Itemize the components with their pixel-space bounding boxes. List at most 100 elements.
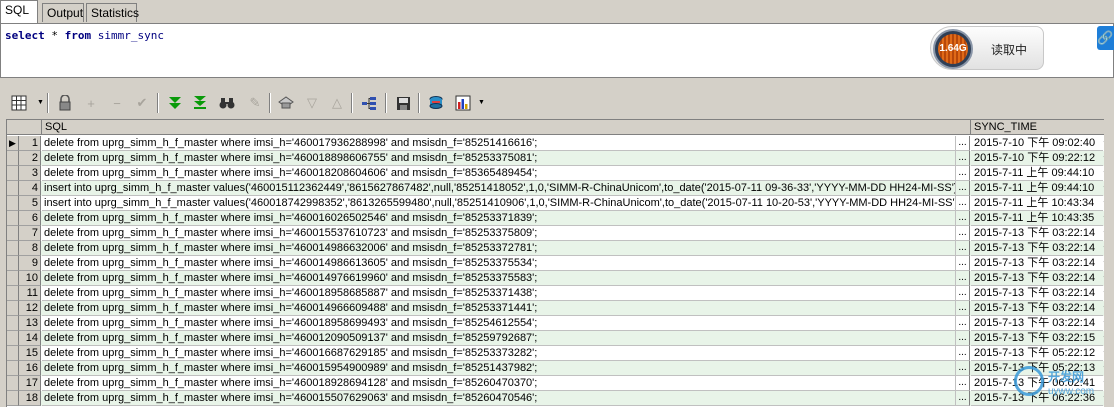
row-indicator[interactable] (7, 271, 19, 286)
row-indicator[interactable] (7, 316, 19, 331)
row-indicator[interactable] (7, 226, 19, 241)
cell-sql[interactable]: delete from uprg_simm_h_f_master where i… (42, 286, 956, 301)
table-row[interactable]: ▶ 1 delete from uprg_simm_h_f_master where… (7, 136, 1114, 151)
clear-icon[interactable]: ✎ (246, 94, 264, 112)
cell-sync-time[interactable]: 2015-7-11 上午 09:44:10 (971, 181, 1103, 196)
row-indicator[interactable] (7, 301, 19, 316)
table-row[interactable]: 4 insert into uprg_simm_h_f_master values… (7, 181, 1114, 196)
cell-sync-time[interactable]: 2015-7-11 上午 10:43:34 (971, 196, 1103, 211)
table-row[interactable]: 16 delete from uprg_simm_h_f_master where… (7, 361, 1114, 376)
fetch-last-icon[interactable] (191, 94, 209, 112)
grid-view-icon[interactable] (10, 94, 28, 112)
link-icon[interactable]: 🔗 (1097, 26, 1114, 50)
table-row[interactable]: 3 delete from uprg_simm_h_f_master where … (7, 166, 1114, 181)
table-row[interactable]: 5 insert into uprg_simm_h_f_master values… (7, 196, 1114, 211)
row-indicator[interactable] (7, 391, 19, 406)
row-indicator[interactable] (7, 331, 19, 346)
cell-sql[interactable]: delete from uprg_simm_h_f_master where i… (42, 331, 956, 346)
table-row[interactable]: 11 delete from uprg_simm_h_f_master where… (7, 286, 1114, 301)
cell-sql[interactable]: delete from uprg_simm_h_f_master where i… (42, 226, 956, 241)
binoculars-icon[interactable] (218, 94, 236, 112)
export-icon[interactable] (427, 94, 445, 112)
cell-sql[interactable]: delete from uprg_simm_h_f_master where i… (42, 256, 956, 271)
row-indicator[interactable] (7, 151, 19, 166)
row-indicator[interactable] (7, 196, 19, 211)
cell-ellipsis-button[interactable]: ... (956, 166, 970, 181)
cell-sql[interactable]: delete from uprg_simm_h_f_master where i… (42, 211, 956, 226)
column-header-sync-time[interactable]: SYNC_TIME (971, 120, 1114, 135)
query-by-example-icon[interactable] (277, 94, 295, 112)
chart-icon[interactable] (454, 94, 472, 112)
cell-ellipsis-button[interactable]: ... (956, 256, 970, 271)
cell-sync-time[interactable]: 2015-7-13 下午 03:22:14 (971, 241, 1103, 256)
table-row[interactable]: 2 delete from uprg_simm_h_f_master where … (7, 151, 1114, 166)
cell-sync-time[interactable]: 2015-7-13 下午 03:22:14 (971, 256, 1103, 271)
chevron-down-icon[interactable]: ▼ (478, 99, 485, 106)
explain-plan-icon[interactable] (360, 94, 378, 112)
cell-sql[interactable]: delete from uprg_simm_h_f_master where i… (42, 361, 956, 376)
sort-ascending-icon[interactable]: △ (328, 94, 346, 112)
cell-ellipsis-button[interactable]: ... (956, 376, 970, 391)
cell-sql[interactable]: delete from uprg_simm_h_f_master where i… (42, 241, 956, 256)
cell-ellipsis-button[interactable]: ... (956, 271, 970, 286)
cell-sync-time[interactable]: 2015-7-10 下午 09:02:40 (971, 136, 1103, 151)
cell-ellipsis-button[interactable]: ... (956, 301, 970, 316)
table-row[interactable]: 6 delete from uprg_simm_h_f_master where … (7, 211, 1114, 226)
cell-sql[interactable]: delete from uprg_simm_h_f_master where i… (42, 316, 956, 331)
post-changes-icon[interactable]: ✔ (133, 94, 151, 112)
cell-sql[interactable]: insert into uprg_simm_h_f_master values(… (42, 181, 956, 196)
chevron-down-icon[interactable]: ▼ (37, 99, 44, 106)
table-row[interactable]: 7 delete from uprg_simm_h_f_master where … (7, 226, 1114, 241)
memory-widget[interactable]: 1.64G 读取中 (930, 26, 1044, 70)
table-row[interactable]: 15 delete from uprg_simm_h_f_master where… (7, 346, 1114, 361)
cell-ellipsis-button[interactable]: ... (956, 181, 970, 196)
cell-sql[interactable]: delete from uprg_simm_h_f_master where i… (42, 136, 956, 151)
row-indicator[interactable] (7, 241, 19, 256)
table-row[interactable]: 17 delete from uprg_simm_h_f_master where… (7, 376, 1114, 391)
cell-ellipsis-button[interactable]: ... (956, 196, 970, 211)
cell-ellipsis-button[interactable]: ... (956, 391, 970, 406)
table-row[interactable]: 10 delete from uprg_simm_h_f_master where… (7, 271, 1114, 286)
cell-sql[interactable]: delete from uprg_simm_h_f_master where i… (42, 391, 956, 406)
cell-sql[interactable]: delete from uprg_simm_h_f_master where i… (42, 346, 956, 361)
cell-ellipsis-button[interactable]: ... (956, 316, 970, 331)
tab-sql[interactable]: SQL (0, 0, 38, 23)
tab-statistics[interactable]: Statistics (86, 3, 139, 22)
fetch-next-icon[interactable] (166, 94, 184, 112)
lock-icon[interactable] (56, 94, 74, 112)
table-row[interactable]: 9 delete from uprg_simm_h_f_master where … (7, 256, 1114, 271)
cell-ellipsis-button[interactable]: ... (956, 331, 970, 346)
cell-sync-time[interactable]: 2015-7-13 下午 03:22:14 (971, 286, 1103, 301)
row-indicator[interactable] (7, 166, 19, 181)
cell-ellipsis-button[interactable]: ... (956, 361, 970, 376)
cell-sql[interactable]: delete from uprg_simm_h_f_master where i… (42, 166, 956, 181)
cell-ellipsis-button[interactable]: ... (956, 211, 970, 226)
save-icon[interactable] (394, 94, 412, 112)
cell-sync-time[interactable]: 2015-7-13 下午 03:22:14 (971, 271, 1103, 286)
row-indicator[interactable] (7, 361, 19, 376)
table-row[interactable]: 18 delete from uprg_simm_h_f_master where… (7, 391, 1114, 406)
cell-ellipsis-button[interactable]: ... (956, 151, 970, 166)
cell-ellipsis-button[interactable]: ... (956, 346, 970, 361)
add-record-icon[interactable]: + (82, 94, 100, 112)
column-header-sql[interactable]: SQL (42, 120, 971, 135)
row-indicator[interactable] (7, 211, 19, 226)
table-row[interactable]: 13 delete from uprg_simm_h_f_master where… (7, 316, 1114, 331)
cell-sync-time[interactable]: 2015-7-13 下午 03:22:15 (971, 331, 1103, 346)
row-indicator[interactable]: ▶ (7, 136, 19, 151)
cell-sql[interactable]: insert into uprg_simm_h_f_master values(… (42, 196, 956, 211)
row-indicator[interactable] (7, 376, 19, 391)
row-indicator[interactable] (7, 286, 19, 301)
cell-sql[interactable]: delete from uprg_simm_h_f_master where i… (42, 376, 956, 391)
cell-sync-time[interactable]: 2015-7-13 下午 03:22:14 (971, 226, 1103, 241)
row-indicator[interactable] (7, 256, 19, 271)
sort-descending-icon[interactable]: ▽ (303, 94, 321, 112)
cell-sql[interactable]: delete from uprg_simm_h_f_master where i… (42, 271, 956, 286)
cell-ellipsis-button[interactable]: ... (956, 136, 970, 151)
row-indicator[interactable] (7, 181, 19, 196)
cell-ellipsis-button[interactable]: ... (956, 241, 970, 256)
splitter[interactable] (0, 78, 1114, 84)
remove-record-icon[interactable]: − (108, 94, 126, 112)
cell-sync-time[interactable]: 2015-7-10 下午 09:22:12 (971, 151, 1103, 166)
cell-sql[interactable]: delete from uprg_simm_h_f_master where i… (42, 151, 956, 166)
